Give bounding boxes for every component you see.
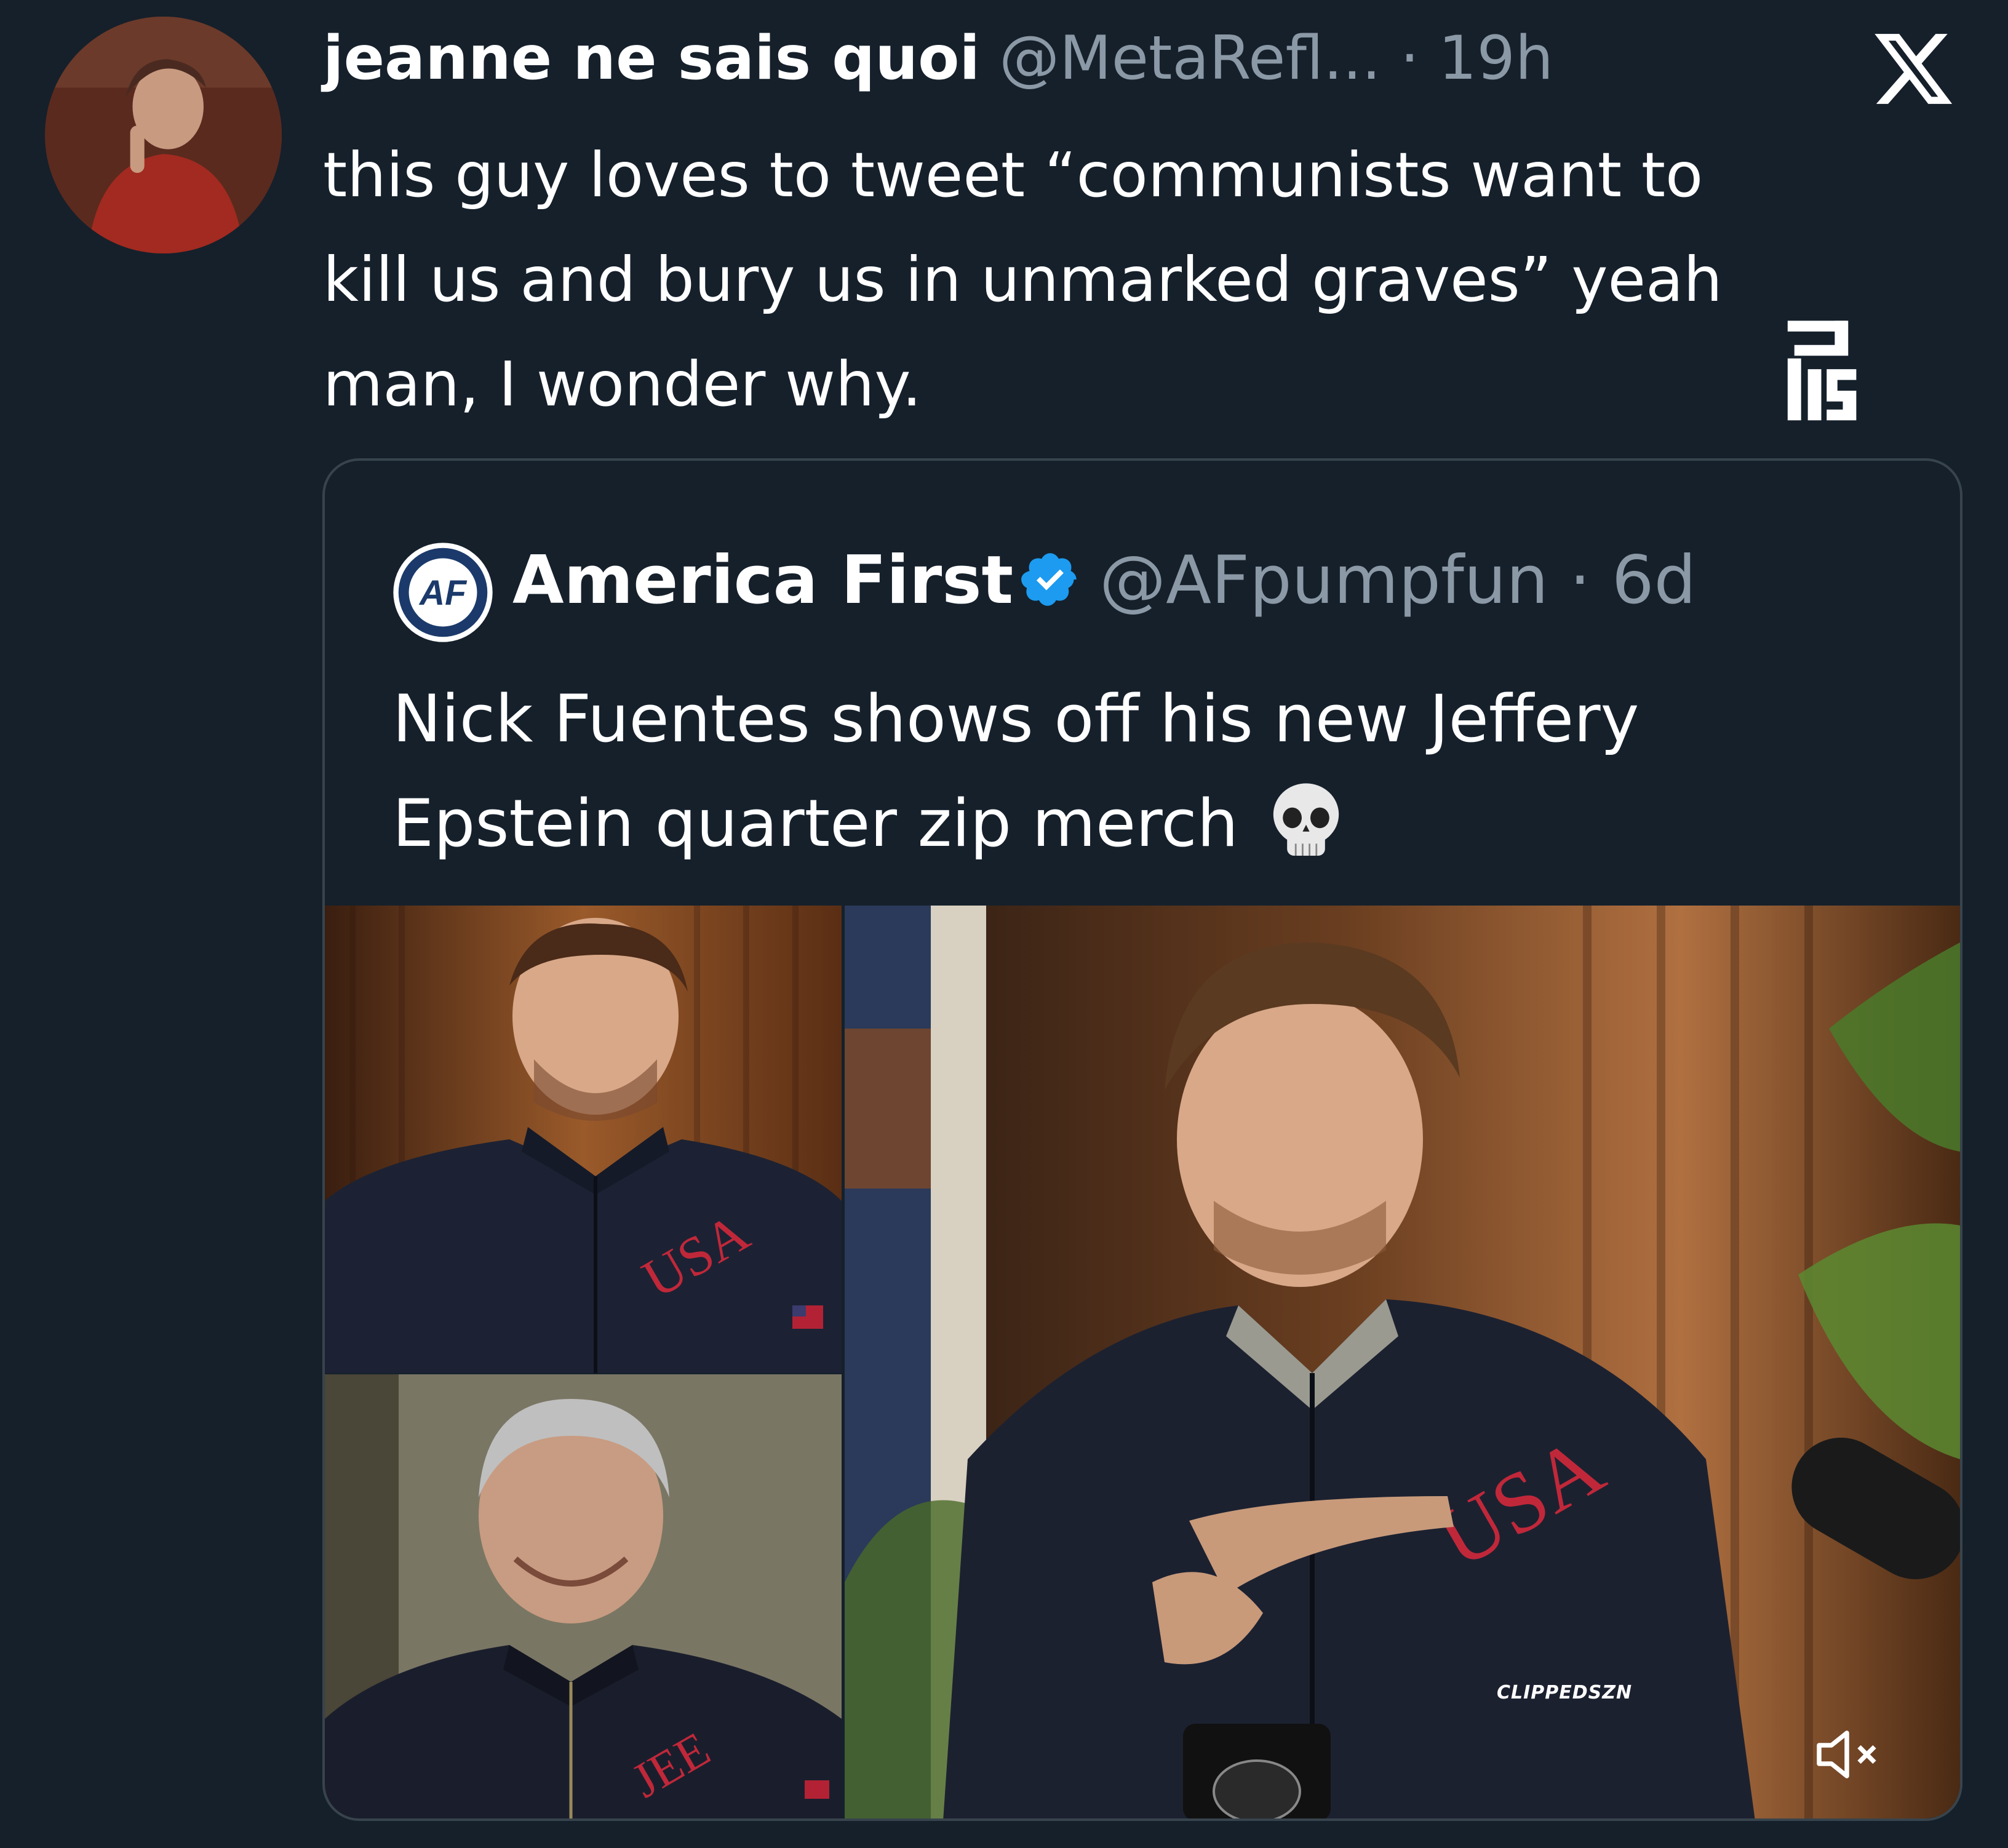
quoted-tweet-text: Nick Fuentes shows off his new Jeffery E… (392, 681, 1639, 861)
author-avatar[interactable] (45, 17, 282, 253)
media-photo-top-left[interactable]: USA (325, 906, 842, 1373)
watermark-logo (1787, 321, 1857, 421)
media-video-right[interactable]: USA (845, 906, 1960, 1818)
quoted-display-name[interactable]: America First (512, 542, 1013, 619)
tweet-body: this guy loves to tweet “communists want… (323, 139, 1723, 420)
quoted-tweet-header: America First @AFpumpfun · 6d (512, 535, 1696, 627)
header-separator: · (1400, 23, 1419, 94)
skull-emoji-icon (1273, 783, 1339, 856)
quoted-avatar-text: AF (418, 573, 468, 613)
media-photo-bottom-left[interactable]: JEE (325, 1374, 842, 1818)
author-handle[interactable]: @MetaRefl... (999, 23, 1381, 94)
x-logo-icon (1875, 34, 1953, 104)
tweet-screenshot: jeanne ne sais quoi @MetaRefl... · 19h t… (0, 0, 2008, 1848)
verified-badge-icon (1021, 553, 1077, 606)
quoted-media[interactable]: USA JEE USA CLIPPEDSZN (325, 906, 1960, 1818)
video-overlay-label: CLIPPEDSZN (1497, 1682, 1633, 1703)
avatar-photo (45, 17, 282, 253)
quoted-handle[interactable]: @AFpumpfun (1099, 542, 1548, 619)
tweet-timestamp[interactable]: 19h (1438, 23, 1553, 94)
tweet-header: jeanne ne sais quoi @MetaRefl... · 19h (323, 18, 1553, 98)
quoted-author-avatar[interactable]: AF (391, 541, 495, 644)
quoted-tweet-card[interactable]: AF America First @AFpumpfun · 6d Nick Fu… (322, 458, 1962, 1821)
photo-older-man-in-quarter-zip: JEE (325, 1374, 842, 1818)
quoted-separator: · (1569, 542, 1591, 619)
speaker-muted-icon[interactable] (1810, 1724, 1902, 1785)
video-frame-man-pointing: USA (845, 906, 1960, 1818)
author-display-name[interactable]: jeanne ne sais quoi (323, 23, 980, 94)
quoted-timestamp[interactable]: 6d (1612, 542, 1696, 619)
photo-man-in-quarter-zip: USA (325, 906, 842, 1373)
quoted-tweet-body: Nick Fuentes shows off his new Jeffery E… (392, 667, 1900, 876)
